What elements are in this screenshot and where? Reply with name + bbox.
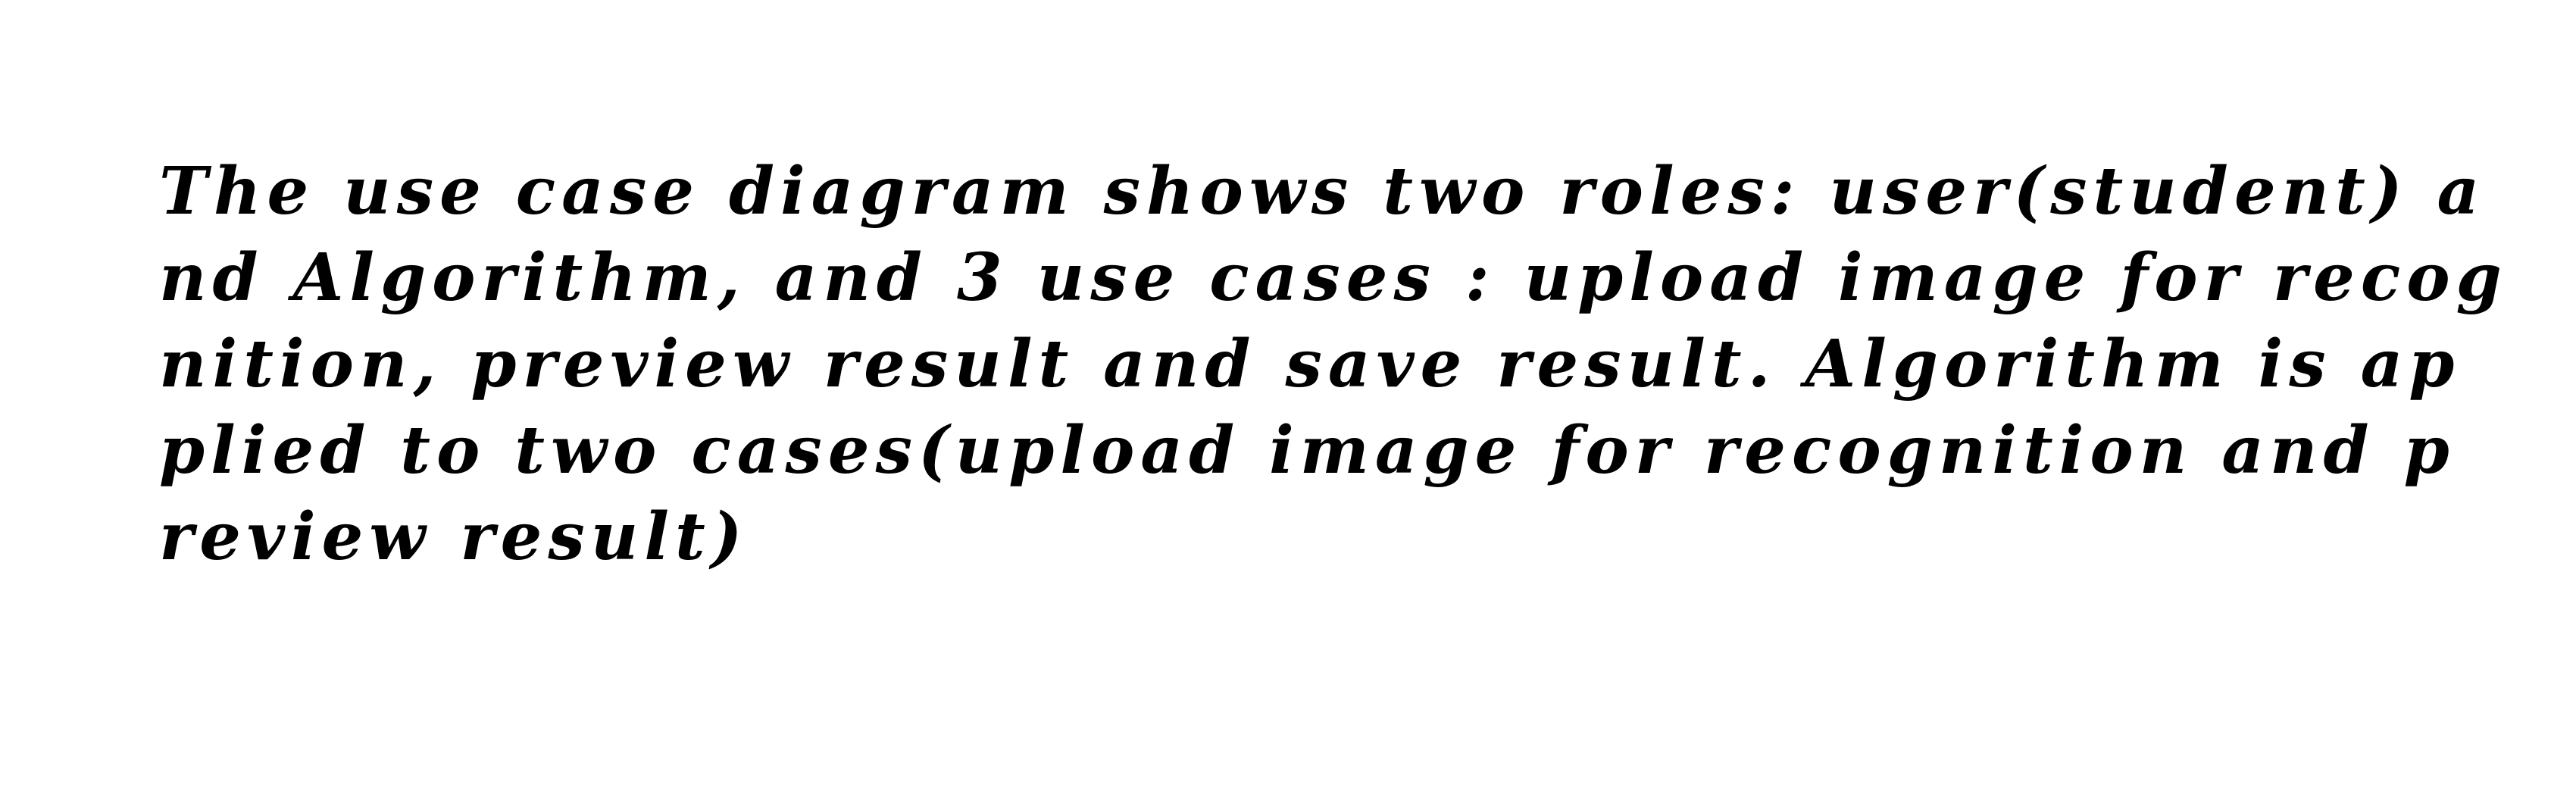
text-line-5: review result) xyxy=(159,499,749,575)
text-line-1: The use case diagram shows two roles: us… xyxy=(159,153,2486,230)
paragraph: The use case diagram shows two roles: us… xyxy=(159,149,2508,580)
text-line-3: nition, preview result and save result. … xyxy=(159,326,2461,402)
text-line-4: plied to two cases(upload image for reco… xyxy=(159,412,2456,489)
document-page: The use case diagram shows two roles: us… xyxy=(0,0,2576,788)
text-line-2: nd Algorithm, and 3 use cases : upload i… xyxy=(159,239,2508,316)
